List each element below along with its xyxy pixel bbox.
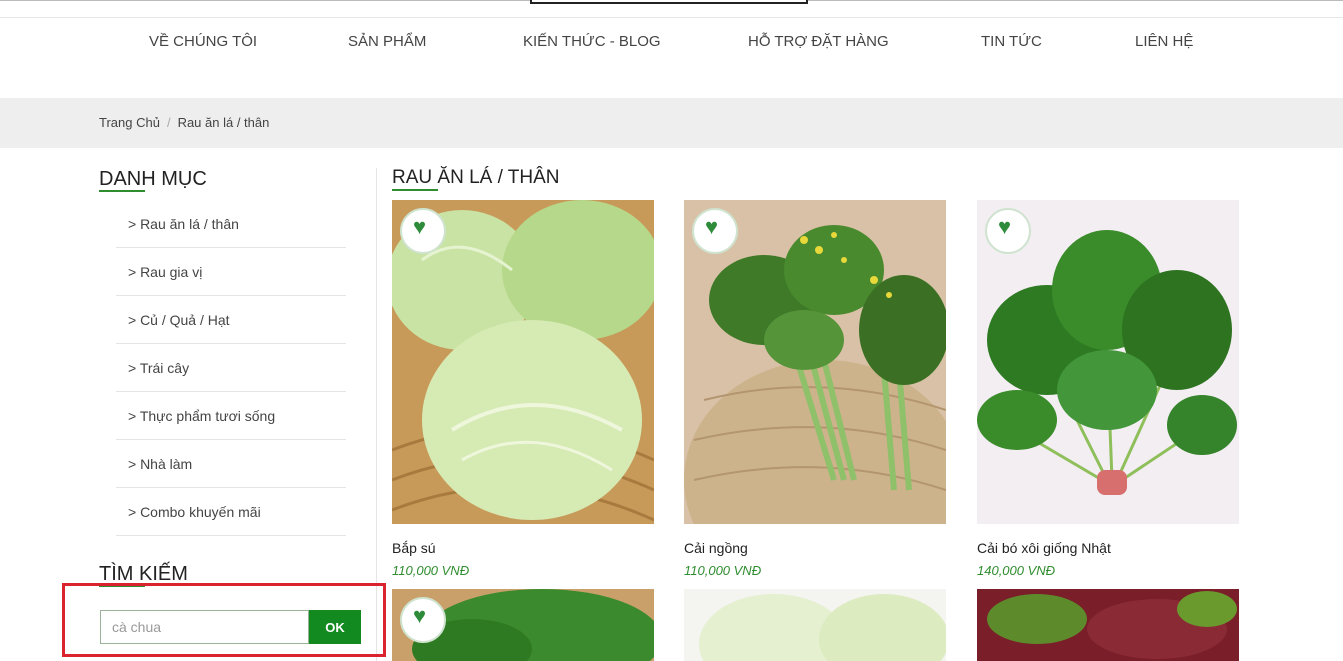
breadcrumb-bar: Trang Chủ / Rau ăn lá / thân: [0, 98, 1343, 148]
nav-news[interactable]: TIN TỨC: [981, 33, 1042, 50]
product-card[interactable]: Cải ngồng 110,000 VNĐ: [684, 200, 946, 578]
product-image-spinach[interactable]: [977, 200, 1239, 524]
category-item-combo[interactable]: > Combo khuyến mãi: [116, 488, 346, 536]
search-input[interactable]: [100, 610, 309, 644]
breadcrumb-current: Rau ăn lá / thân: [177, 115, 270, 130]
product-card[interactable]: Bắp sú 110,000 VNĐ: [392, 200, 654, 578]
breadcrumb-separator: /: [166, 115, 171, 130]
search-ok-button[interactable]: OK: [309, 610, 361, 644]
sidebar-title: DANH MỤC: [99, 168, 207, 190]
brand-badge-icon: [400, 208, 446, 254]
brand-badge-icon: [985, 208, 1031, 254]
main-nav: VỀ CHÚNG TÔI SẢN PHẨM KIẾN THỨC - BLOG H…: [0, 33, 1343, 53]
product-price: 110,000 VNĐ: [392, 563, 470, 578]
sidebar-title-underline: [99, 190, 145, 192]
product-name[interactable]: Cải ngồng: [684, 540, 748, 556]
product-image-row2-3[interactable]: [977, 589, 1239, 661]
category-item-fresh[interactable]: > Thực phẩm tươi sống: [116, 392, 346, 440]
category-item-herbs[interactable]: > Rau gia vị: [116, 248, 346, 296]
brand-badge-icon: [692, 208, 738, 254]
site-logo[interactable]: ❦: [530, 0, 808, 4]
logo-leaf-icon: ❦: [612, 0, 624, 3]
nav-blog[interactable]: KIẾN THỨC - BLOG: [523, 33, 661, 50]
category-item-fruit[interactable]: > Trái cây: [116, 344, 346, 392]
nav-products[interactable]: SẢN PHẨM: [348, 33, 426, 50]
product-name[interactable]: Bắp sú: [392, 540, 436, 556]
category-item-roots[interactable]: > Củ / Quả / Hạt: [116, 296, 346, 344]
brand-badge-icon: [400, 597, 446, 643]
product-price: 110,000 VNĐ: [684, 563, 762, 578]
nav-contact[interactable]: LIÊN HỆ: [1135, 33, 1193, 50]
category-title: RAU ĂN LÁ / THÂN: [392, 167, 560, 188]
product-image-cabbage[interactable]: [392, 200, 654, 524]
product-price: 140,000 VNĐ: [977, 563, 1056, 578]
product-image-row2-2[interactable]: [684, 589, 946, 661]
nav-about[interactable]: VỀ CHÚNG TÔI: [149, 33, 257, 50]
product-image-row2-1[interactable]: [392, 589, 654, 661]
category-list: > Rau ăn lá / thân > Rau gia vị > Củ / Q…: [116, 200, 346, 536]
product-image-cai-ngong[interactable]: [684, 200, 946, 524]
product-name[interactable]: Cải bó xôi giống Nhật: [977, 540, 1111, 556]
category-item-leafy[interactable]: > Rau ăn lá / thân: [116, 200, 346, 248]
nav-order-support[interactable]: HỖ TRỢ ĐẶT HÀNG: [748, 33, 889, 50]
breadcrumb: Trang Chủ / Rau ăn lá / thân: [99, 115, 269, 130]
category-item-homemade[interactable]: > Nhà làm: [116, 440, 346, 488]
breadcrumb-home[interactable]: Trang Chủ: [99, 115, 160, 130]
product-card[interactable]: Cải bó xôi giống Nhật 140,000 VNĐ: [977, 200, 1239, 578]
category-title-underline: [392, 189, 438, 191]
